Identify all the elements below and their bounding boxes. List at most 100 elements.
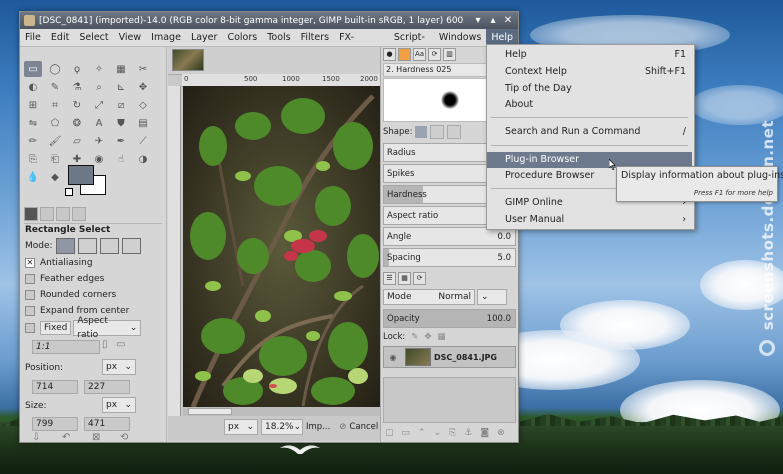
smudge-tool-icon[interactable]: ☝ <box>112 151 130 167</box>
duplicate-layer-icon[interactable]: ⎘ <box>449 428 456 438</box>
blend-tool-icon[interactable]: ▤ <box>134 115 152 131</box>
size-h-input[interactable]: 471 <box>84 417 130 431</box>
raise-layer-icon[interactable]: ⌃ <box>418 428 426 438</box>
airbrush-tool-icon[interactable]: ✈ <box>90 133 108 149</box>
sharpen-tool-icon[interactable]: ◆ <box>46 169 64 185</box>
expand-from-center-checkbox[interactable] <box>25 306 35 316</box>
mode-subtract-button[interactable] <box>99 238 119 254</box>
opacity-slider[interactable]: Opacity 100.0 <box>383 309 516 328</box>
canvas-photo[interactable] <box>183 86 383 407</box>
ink-tool-icon[interactable]: ✒ <box>112 133 130 149</box>
feather-edges-checkbox[interactable] <box>25 274 35 284</box>
mode-replace-button[interactable] <box>55 238 75 254</box>
position-unit-dropdown[interactable]: px ⌄ <box>102 359 136 375</box>
channels-tab-icon[interactable]: ▦ <box>398 272 411 285</box>
reset-options-icon[interactable]: ⟲ <box>120 432 128 443</box>
menu-filters[interactable]: Filters <box>296 29 334 46</box>
mypaint-brush-tool-icon[interactable]: ⟋ <box>134 133 152 149</box>
rotate-tool-icon[interactable]: ↻ <box>68 97 86 113</box>
aspect-ratio-field[interactable]: 1:1 <box>32 340 100 354</box>
shear-tool-icon[interactable]: ⧄ <box>112 97 130 113</box>
menu-item-help[interactable]: Help F1 <box>487 47 692 63</box>
paintbrush-tool-icon[interactable]: 🖌 <box>46 133 64 149</box>
portrait-icon[interactable]: ▯ <box>102 339 108 350</box>
restore-options-icon[interactable]: ↶ <box>62 432 70 443</box>
maximize-button[interactable]: ▴ <box>487 15 499 27</box>
menu-item-about[interactable]: About <box>487 97 692 113</box>
position-y-input[interactable]: 227 <box>84 380 130 394</box>
bucket-fill-tool-icon[interactable]: ⛊ <box>112 115 130 131</box>
lock-pixels-icon[interactable]: ✎ <box>411 332 418 342</box>
menu-edit[interactable]: Edit <box>46 29 74 46</box>
paths-tab-icon[interactable]: ⟳ <box>413 272 426 285</box>
color-picker-tool-icon[interactable]: ⚗ <box>68 79 86 95</box>
rect-select-tool-icon[interactable]: ▭ <box>24 61 42 77</box>
size-w-input[interactable]: 799 <box>32 417 78 431</box>
mode-group-dropdown[interactable]: ⌄ <box>477 289 507 305</box>
spacing-slider[interactable]: Spacing 5.0 <box>383 248 516 267</box>
layer-row[interactable]: ◉ DSC_0841.JPG <box>383 346 516 368</box>
tool-options-tab[interactable] <box>24 207 38 221</box>
menu-tools[interactable]: Tools <box>262 29 295 46</box>
fuzzy-select-tool-icon[interactable]: ✧ <box>90 61 108 77</box>
title-bar[interactable]: [DSC_0841] (imported)-14.0 (RGB color 8-… <box>20 12 518 29</box>
vertical-ruler[interactable] <box>168 86 181 416</box>
rounded-corners-row[interactable]: Rounded corners <box>25 290 116 300</box>
brushes-tab-icon[interactable]: ● <box>383 48 396 61</box>
dodge-burn-tool-icon[interactable]: ◑ <box>134 151 152 167</box>
unit-dropdown[interactable]: px ⌄ <box>224 419 258 435</box>
position-x-input[interactable]: 714 <box>32 380 78 394</box>
clone-tool-icon[interactable]: ⎘ <box>24 151 42 167</box>
gradients-tab-icon[interactable]: ▥ <box>443 48 456 61</box>
fixed-checkbox[interactable] <box>25 323 35 333</box>
pencil-tool-icon[interactable]: ✏ <box>24 133 42 149</box>
undo-history-tab[interactable] <box>56 207 70 221</box>
menu-fx-foundry[interactable]: FX-Foundry <box>334 29 389 60</box>
align-tool-icon[interactable]: ⊞ <box>24 97 42 113</box>
free-select-tool-icon[interactable]: ϙ <box>68 61 86 77</box>
anchor-layer-icon[interactable]: ⚓ <box>464 428 472 438</box>
lower-layer-icon[interactable]: ⌄ <box>434 428 442 438</box>
foreground-color[interactable] <box>68 165 94 185</box>
delete-layer-icon[interactable]: ⊗ <box>497 428 505 438</box>
reset-colors-icon[interactable] <box>65 188 73 196</box>
menu-item-search-command[interactable]: Search and Run a Command / <box>487 124 692 140</box>
horizontal-scrollbar[interactable] <box>183 407 383 416</box>
image-thumbnail[interactable] <box>172 49 204 71</box>
new-layer-group-icon[interactable]: ▭ <box>402 428 411 438</box>
eye-icon[interactable]: ◉ <box>384 353 402 362</box>
menu-item-context-help[interactable]: Context Help Shift+F1 <box>487 64 692 80</box>
eraser-tool-icon[interactable]: ▱ <box>68 133 86 149</box>
fonts-tab-icon[interactable]: Aa <box>413 48 426 61</box>
scale-tool-icon[interactable]: ⤢ <box>90 97 108 113</box>
text-tool-icon[interactable]: A <box>90 115 108 131</box>
images-tab[interactable] <box>72 207 86 221</box>
mode-intersect-button[interactable] <box>121 238 141 254</box>
layers-tab-icon[interactable]: ☰ <box>383 272 396 285</box>
menu-layer[interactable]: Layer <box>186 29 223 46</box>
warp-tool-icon[interactable]: ❂ <box>68 115 86 131</box>
perspective-clone-tool-icon[interactable]: ⎗ <box>46 151 64 167</box>
move-tool-icon[interactable]: ✥ <box>134 79 152 95</box>
flip-tool-icon[interactable]: ⇋ <box>24 115 42 131</box>
scissors-tool-icon[interactable]: ✂ <box>134 61 152 77</box>
diamond-shape-icon[interactable] <box>447 125 462 139</box>
color-swatches[interactable] <box>68 165 106 195</box>
square-shape-icon[interactable] <box>430 125 445 139</box>
new-layer-icon[interactable]: ▢ <box>385 428 394 438</box>
rounded-corners-checkbox[interactable] <box>25 290 35 300</box>
antialiasing-row[interactable]: ✕ Antialiasing <box>25 258 93 268</box>
size-unit-dropdown[interactable]: px ⌄ <box>102 397 136 413</box>
crop-tool-icon[interactable]: ⌗ <box>46 97 64 113</box>
antialiasing-checkbox[interactable]: ✕ <box>25 258 35 268</box>
save-options-icon[interactable]: ⇩ <box>32 432 40 443</box>
feather-edges-row[interactable]: Feather edges <box>25 274 104 284</box>
select-by-color-tool-icon[interactable]: ▦ <box>112 61 130 77</box>
menu-view[interactable]: View <box>114 29 147 46</box>
menu-windows[interactable]: Windows <box>434 29 486 46</box>
patterns-tab-icon[interactable] <box>398 48 411 61</box>
device-status-tab[interactable] <box>40 207 54 221</box>
lock-alpha-icon[interactable]: ▦ <box>438 332 446 342</box>
menu-script-fu[interactable]: Script-Fu <box>389 29 434 60</box>
menu-item-user-manual[interactable]: User Manual › <box>487 212 692 228</box>
